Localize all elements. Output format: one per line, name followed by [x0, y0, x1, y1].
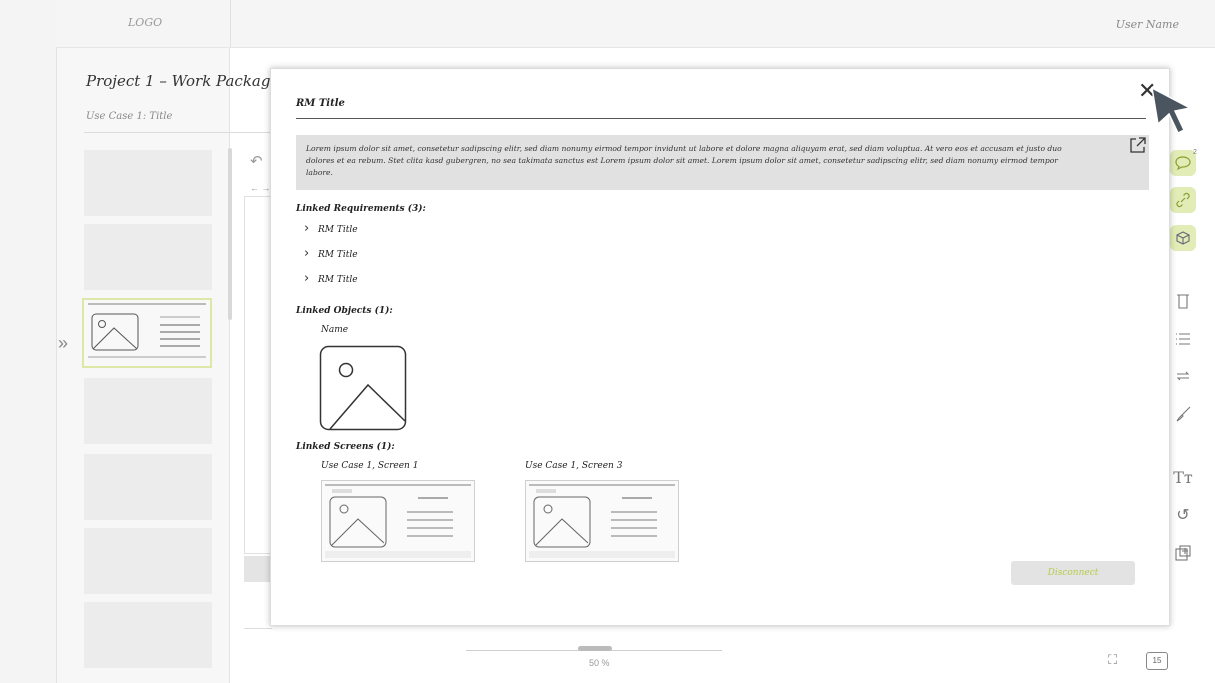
- list-icon: [1176, 333, 1190, 345]
- description-text: Lorem ipsum dolor sit amet, consetetur s…: [306, 144, 1062, 177]
- use-case-title[interactable]: Use Case 1: Title: [84, 104, 278, 133]
- trash-icon: [1177, 294, 1189, 309]
- style-button[interactable]: [1170, 401, 1196, 427]
- wireframe-preview-icon: [88, 303, 206, 358]
- list-button[interactable]: [1170, 326, 1196, 352]
- swap-button[interactable]: [1170, 363, 1196, 389]
- cube-icon: [1176, 231, 1190, 245]
- object-name: Name: [321, 325, 349, 335]
- disconnect-button[interactable]: Disconnect: [1011, 561, 1135, 585]
- history-icon[interactable]: ↺: [1170, 502, 1196, 528]
- screen-thumbnail[interactable]: [84, 528, 212, 594]
- comment-icon: [1175, 156, 1191, 171]
- screen-name: Use Case 1, Screen 1: [321, 461, 419, 471]
- wireframe-preview-icon: [529, 484, 675, 558]
- wireframe-preview-icon: [325, 484, 471, 558]
- linked-objects-heading: Linked Objects (1):: [296, 306, 393, 316]
- project-title: Project 1 – Work Package 1: [86, 72, 294, 90]
- linked-requirement-item[interactable]: › RM Title: [304, 246, 358, 261]
- divider: [244, 628, 272, 629]
- text-size-icon[interactable]: Tт: [1170, 464, 1196, 490]
- page-count-badge[interactable]: 15: [1146, 652, 1168, 670]
- chevron-right-icon: ›: [304, 221, 310, 236]
- chevron-right-icon: ›: [304, 246, 310, 261]
- zoom-slider-handle[interactable]: [578, 646, 612, 651]
- linked-requirement-item[interactable]: › RM Title: [304, 271, 358, 286]
- logo: LOGO: [128, 16, 163, 29]
- linked-requirement-item[interactable]: › RM Title: [304, 221, 358, 236]
- user-name[interactable]: User Name: [1116, 18, 1179, 31]
- image-placeholder-icon[interactable]: [319, 345, 407, 431]
- linked-screens-heading: Linked Screens (1):: [296, 442, 395, 452]
- fullscreen-icon[interactable]: ⛶: [1108, 652, 1117, 668]
- screen-thumbnail[interactable]: [84, 224, 212, 290]
- add-frame-button[interactable]: [1170, 540, 1196, 566]
- link-tool-button[interactable]: [1170, 187, 1196, 213]
- brush-icon: [1176, 406, 1191, 422]
- expand-chevrons-icon[interactable]: »: [58, 333, 68, 354]
- swap-icon: [1176, 371, 1190, 381]
- delete-button[interactable]: [1170, 288, 1196, 314]
- screen-thumbnail-active[interactable]: [82, 298, 212, 368]
- link-icon: [1176, 192, 1190, 208]
- linked-screen-thumbnail[interactable]: [525, 480, 679, 562]
- sidebar-scrollbar[interactable]: [228, 148, 232, 320]
- undo-icon[interactable]: ↶: [250, 152, 263, 170]
- add-frame-icon: [1175, 545, 1191, 561]
- screen-thumbnail[interactable]: [84, 378, 212, 444]
- linked-screen-thumbnail[interactable]: [321, 480, 475, 562]
- linked-requirements-heading: Linked Requirements (3):: [296, 204, 426, 214]
- object-tool-button[interactable]: [1170, 225, 1196, 251]
- nav-arrows[interactable]: ← →: [250, 183, 271, 193]
- left-strip: [0, 0, 57, 683]
- screen-thumbnail[interactable]: [84, 454, 212, 520]
- zoom-level: 50 %: [589, 658, 610, 668]
- screen-thumbnail[interactable]: [84, 150, 212, 216]
- comment-count: 2: [1193, 149, 1197, 156]
- screen-name: Use Case 1, Screen 3: [525, 461, 623, 471]
- title-divider: [296, 118, 1146, 119]
- use-case-title-label: Use Case 1: Title: [86, 111, 173, 122]
- external-link-icon[interactable]: [1128, 135, 1148, 155]
- modal-title: RM Title: [296, 98, 345, 109]
- mouse-cursor-icon: [1151, 86, 1193, 134]
- screen-thumbnail[interactable]: [84, 602, 212, 668]
- chevron-right-icon: ›: [304, 271, 310, 286]
